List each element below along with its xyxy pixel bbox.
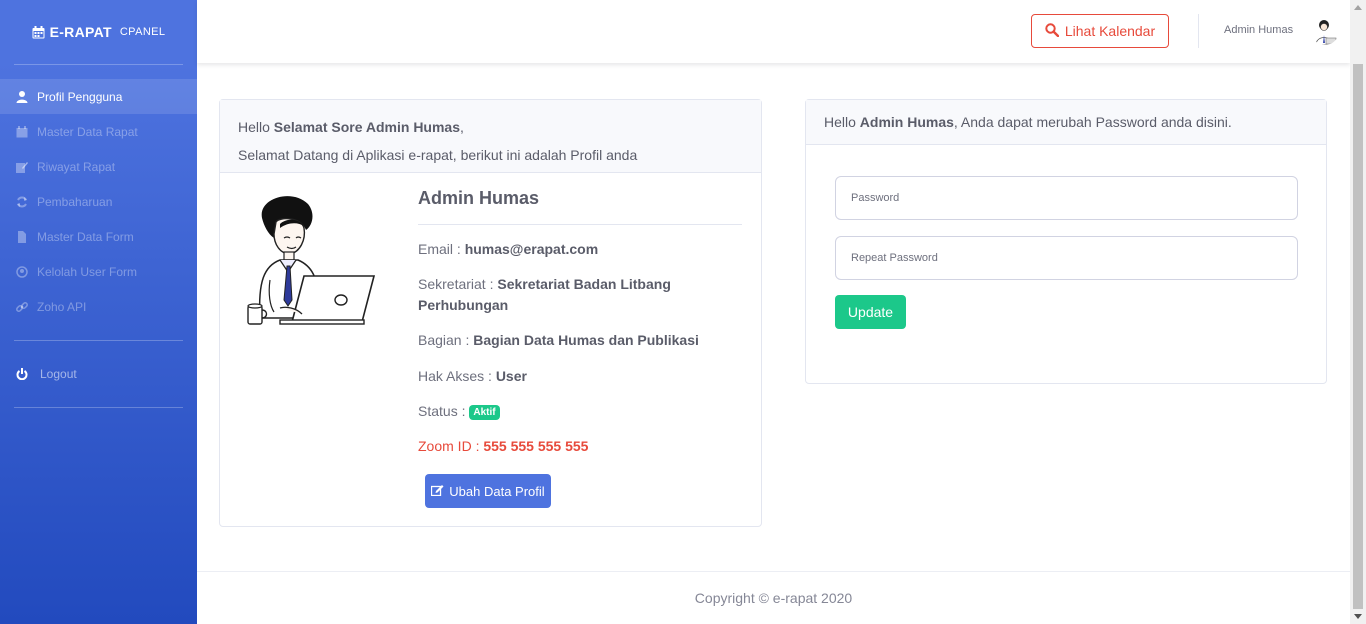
topbar-divider	[1198, 14, 1199, 48]
sidebar-item-label: Master Data Rapat	[37, 124, 138, 139]
ubah-data-profil-button[interactable]: Ubah Data Profil	[425, 474, 551, 508]
scroll-thumb[interactable]	[1353, 64, 1363, 609]
main-content: Hello Selamat Sore Admin Humas, Selamat …	[197, 63, 1350, 571]
sidebar-item-master-data-rapat[interactable]: Master Data Rapat	[0, 114, 197, 149]
calendar-icon	[16, 125, 28, 138]
power-icon	[16, 368, 28, 380]
update-button[interactable]: Update	[835, 295, 906, 329]
sync-icon	[16, 196, 28, 208]
sidebar-item-label: Riwayat Rapat	[37, 159, 116, 174]
file-icon	[16, 230, 28, 243]
calendar-icon	[32, 25, 45, 39]
hak-akses-label: Hak Akses :	[418, 368, 496, 384]
bagian-value: Bagian Data Humas dan Publikasi	[473, 332, 699, 348]
sidebar-item-master-data-form[interactable]: Master Data Form	[0, 219, 197, 254]
email-row: Email : humas@erapat.com	[418, 239, 742, 260]
status-label: Status :	[418, 403, 470, 419]
page-scrollbar[interactable]	[1350, 0, 1366, 624]
profile-info: Admin Humas Email : humas@erapat.com Sek…	[418, 188, 742, 457]
profile-name: Admin Humas	[418, 188, 742, 225]
bagian-row: Bagian : Bagian Data Humas dan Publikasi	[418, 330, 742, 351]
zoom-row: Zoom ID : 555 555 555 555	[418, 436, 742, 457]
logout-label: Logout	[40, 367, 77, 381]
sidebar-item-zoho-api[interactable]: Zoho API	[0, 289, 197, 324]
status-row: Status : Aktif	[418, 401, 742, 422]
copyright-text: Copyright © e-rapat 2020	[694, 590, 853, 606]
sidebar-item-label: Zoho API	[37, 299, 87, 314]
logout-button[interactable]: Logout	[0, 341, 197, 407]
greeting: Hello Selamat Sore Admin Humas,	[238, 113, 743, 141]
zoom-id-value: 555 555 555 555	[483, 438, 589, 454]
sidebar-divider	[14, 407, 183, 408]
link-icon	[16, 301, 28, 313]
footer: Copyright © e-rapat 2020	[197, 571, 1350, 624]
password-name: Admin Humas	[859, 114, 954, 130]
sekretariat-row: Sekretariat : Sekretariat Badan Litbang …	[418, 274, 742, 316]
profile-card-header: Hello Selamat Sore Admin Humas, Selamat …	[220, 100, 761, 173]
email-label: Email :	[418, 241, 465, 257]
sidebar-item-label: Pembaharuan	[37, 194, 113, 209]
sidebar-item-label: Kelolah User Form	[37, 264, 138, 279]
edit-icon	[431, 484, 444, 499]
status-badge: Aktif	[469, 404, 500, 420]
topbar: Lihat Kalendar Admin Humas	[197, 0, 1350, 63]
sidebar-item-kelolah-user-form[interactable]: Kelolah User Form	[0, 254, 197, 289]
bagian-label: Bagian :	[418, 332, 474, 348]
repeat-password-input[interactable]	[835, 236, 1298, 280]
ubah-data-profil-label: Ubah Data Profil	[449, 483, 545, 499]
sidebar-item-label: Master Data Form	[37, 229, 134, 244]
avatar[interactable]	[1311, 17, 1339, 45]
welcome-text: Selamat Datang di Aplikasi e-rapat, beri…	[238, 147, 638, 163]
greeting-prefix: Hello	[238, 119, 274, 135]
sidebar-divider	[14, 64, 183, 65]
lihat-kalendar-button[interactable]: Lihat Kalendar	[1031, 14, 1169, 48]
greeting-bold: Selamat Sore Admin Humas	[273, 119, 461, 135]
password-hello: Hello	[824, 114, 860, 130]
password-card: Hello Admin Humas, Anda dapat merubah Pa…	[805, 99, 1327, 384]
email-value: humas@erapat.com	[464, 241, 599, 257]
password-input[interactable]	[835, 176, 1298, 220]
profile-illustration	[240, 190, 380, 330]
user-icon	[16, 90, 28, 103]
sidebar-item-label: Profil Pengguna	[37, 89, 123, 104]
password-message: , Anda dapat merubah Password anda disin…	[953, 114, 1232, 130]
scroll-down-arrow-icon[interactable]	[1354, 614, 1362, 619]
brand-title: E-RAPAT	[49, 24, 112, 40]
user-circle-icon	[16, 265, 28, 278]
greeting-suffix: ,	[460, 119, 464, 135]
brand[interactable]: E-RAPAT CPANEL	[0, 0, 197, 64]
profile-card: Hello Selamat Sore Admin Humas, Selamat …	[219, 99, 762, 527]
user-name[interactable]: Admin Humas	[1224, 24, 1293, 36]
sidebar-item-pembaharuan[interactable]: Pembaharuan	[0, 184, 197, 219]
search-icon	[1045, 22, 1060, 40]
sidebar-nav: Profil Pengguna Master Data Rapat Riwaya…	[0, 79, 197, 324]
hak-akses-value: User	[495, 368, 527, 384]
scroll-up-arrow-icon[interactable]	[1354, 5, 1362, 10]
edit-icon	[16, 161, 28, 173]
sidebar-item-riwayat-rapat[interactable]: Riwayat Rapat	[0, 149, 197, 184]
zoom-label: Zoom ID :	[418, 438, 484, 454]
sekretariat-label: Sekretariat :	[418, 276, 498, 292]
brand-subtitle: CPANEL	[119, 26, 166, 38]
sidebar: E-RAPAT CPANEL Profil Pengguna Master Da…	[0, 0, 197, 624]
hak-akses-row: Hak Akses : User	[418, 366, 742, 387]
sidebar-item-profil-pengguna[interactable]: Profil Pengguna	[0, 79, 197, 114]
password-card-header: Hello Admin Humas, Anda dapat merubah Pa…	[806, 100, 1326, 145]
lihat-kalendar-label: Lihat Kalendar	[1064, 23, 1156, 39]
